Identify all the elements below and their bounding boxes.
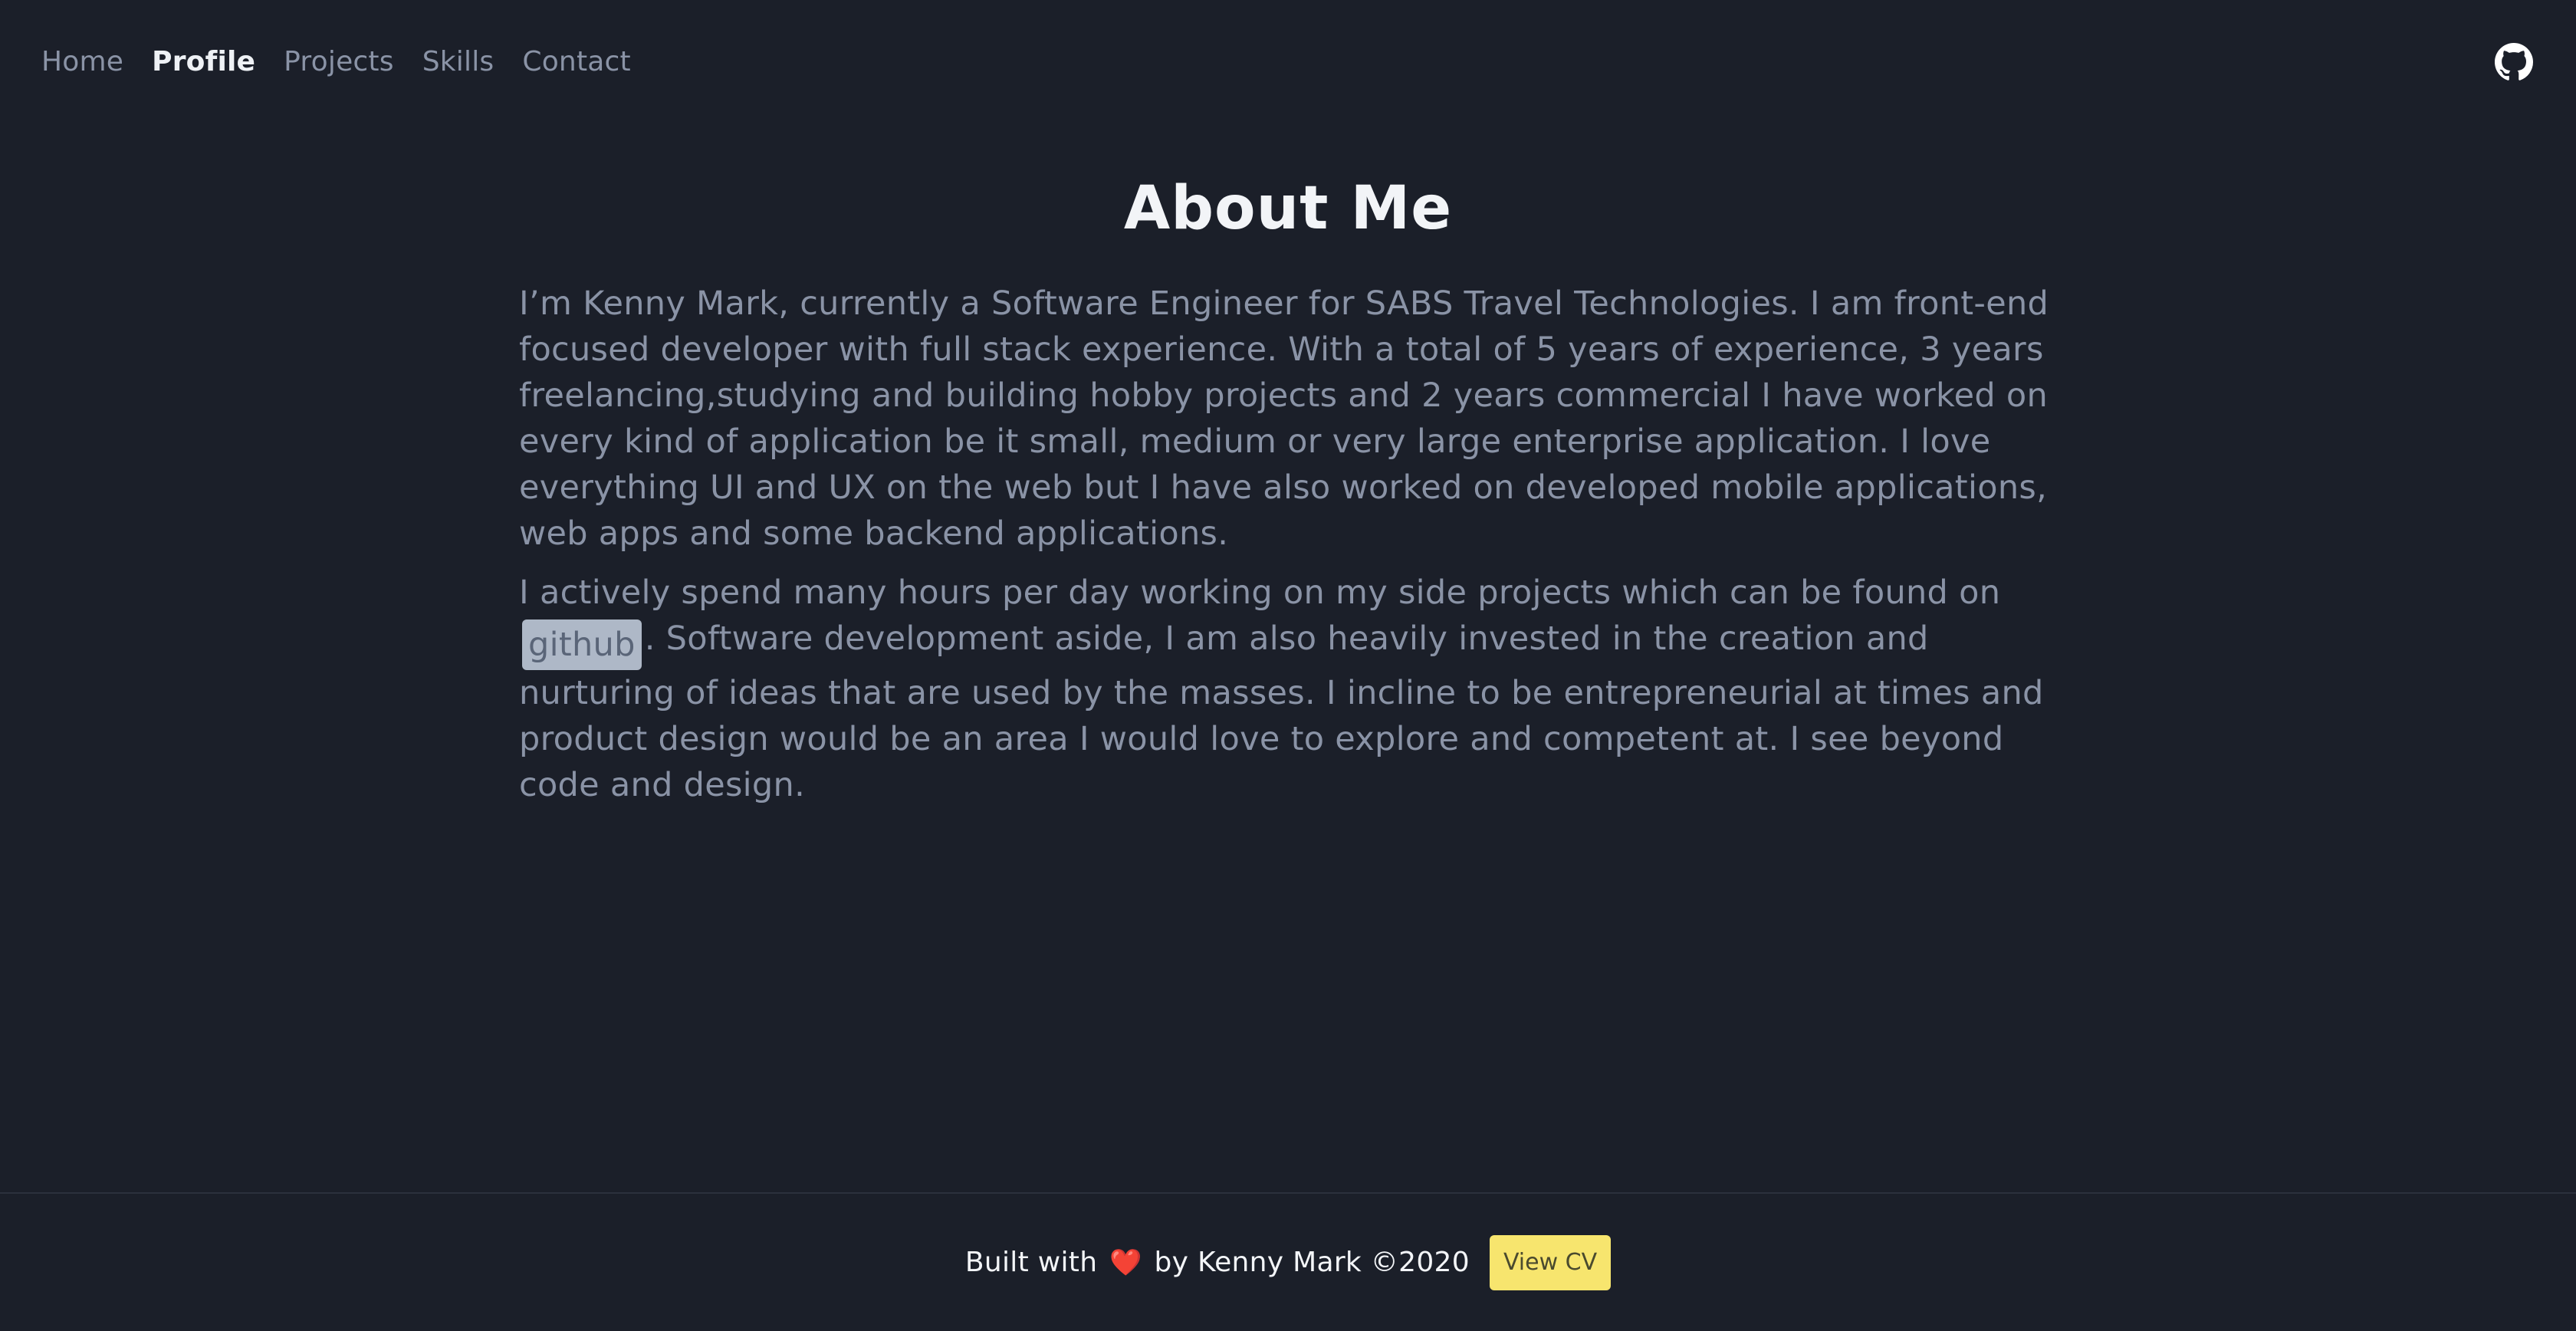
nav-item-contact[interactable]: Contact: [522, 43, 630, 81]
about-paragraph-1: I’m Kenny Mark, currently a Software Eng…: [519, 284, 2049, 553]
nav-item-projects[interactable]: Projects: [284, 43, 394, 81]
top-nav: Home Profile Projects Skills Contact: [41, 43, 659, 81]
nav-item-skills[interactable]: Skills: [422, 43, 495, 81]
heart-icon: ❤️: [1109, 1247, 1142, 1278]
footer: Built with ❤️ by Kenny Mark ©2020 View C…: [0, 1192, 2576, 1331]
github-link[interactable]: github: [522, 619, 642, 670]
about-paragraph-2-start: I actively spend many hours per day work…: [519, 573, 2001, 612]
view-cv-button[interactable]: View CV: [1489, 1235, 1612, 1290]
nav-item-home[interactable]: Home: [41, 43, 123, 81]
about-content: I’m Kenny Mark, currently a Software Eng…: [519, 281, 2052, 821]
page-title: About Me: [1123, 174, 1453, 243]
footer-content: Built with ❤️ by Kenny Mark ©2020 View C…: [0, 1235, 2576, 1290]
about-paragraph-2: I actively spend many hours per day work…: [519, 570, 2052, 808]
footer-credit: Built with ❤️ by Kenny Mark ©2020: [965, 1236, 1470, 1290]
about-paragraph-2-end: . Software development aside, I am also …: [519, 619, 2044, 804]
footer-built-suffix: by Kenny Mark ©2020: [1154, 1247, 1470, 1278]
nav-item-profile[interactable]: Profile: [152, 43, 255, 81]
footer-built-prefix: Built with: [964, 1247, 1098, 1278]
page: Home Profile Projects Skills Contact Abo…: [0, 0, 2576, 1331]
github-icon[interactable]: [2495, 43, 2533, 81]
